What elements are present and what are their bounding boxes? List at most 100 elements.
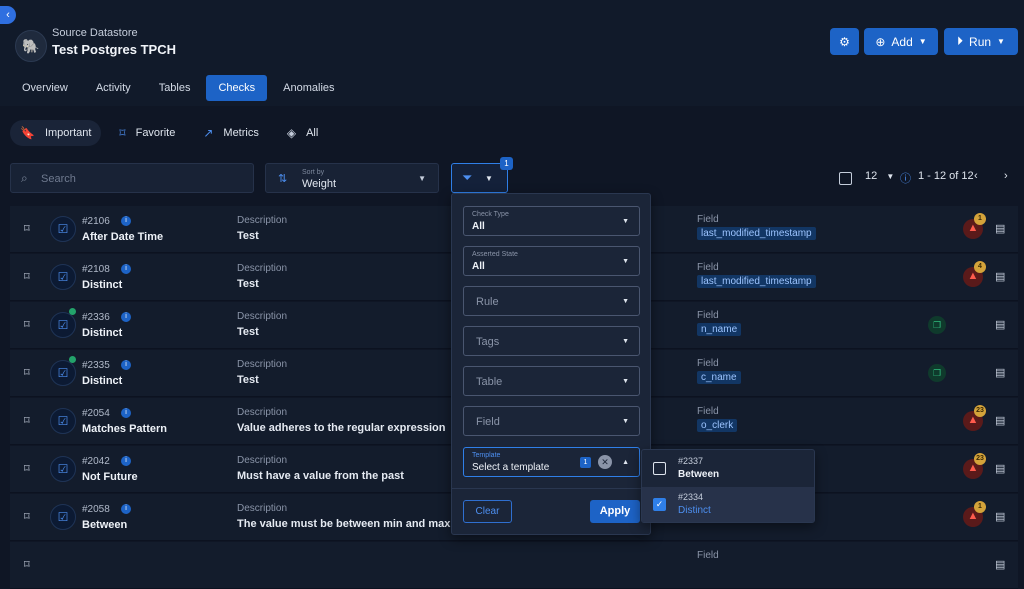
chevron-up-icon[interactable]: ▲ xyxy=(622,459,629,466)
copy-icon[interactable]: ❐ xyxy=(928,316,946,334)
template-placeholder: Select a template xyxy=(472,462,550,473)
datastore-title: Test Postgres TPCH xyxy=(52,42,177,57)
archive-icon[interactable]: ▤ xyxy=(995,414,1005,427)
add-label: Add xyxy=(891,34,913,49)
check-type-icon: ☑ xyxy=(50,504,76,530)
checkbox-checked-icon[interactable]: ✓ xyxy=(653,498,666,511)
tab-tables[interactable]: Tables xyxy=(147,75,203,101)
tab-activity[interactable]: Activity xyxy=(84,75,143,101)
info-icon[interactable]: i xyxy=(121,504,131,514)
tab-checks[interactable]: Checks xyxy=(206,75,268,101)
template-option[interactable]: #2337 Between xyxy=(642,451,814,487)
bookmark-icon[interactable]: ⌑ xyxy=(24,318,30,331)
bookmark-icon[interactable]: ⌑ xyxy=(24,366,30,379)
filter-count-badge: 1 xyxy=(500,157,513,170)
apply-button[interactable]: Apply xyxy=(590,500,640,523)
per-page-select[interactable]: 12 ▼ xyxy=(865,170,894,182)
info-icon[interactable]: i xyxy=(121,264,131,274)
next-page-button[interactable]: › xyxy=(1004,170,1008,182)
check-id[interactable]: #2335 xyxy=(82,360,110,371)
field-tag[interactable]: n_name xyxy=(697,323,742,336)
chip-metrics[interactable]: ↗ Metrics xyxy=(193,120,269,146)
sort-icon: ⇅ xyxy=(278,173,288,185)
settings-button[interactable]: ⚙ xyxy=(830,28,859,55)
check-type-icon: ☑ xyxy=(50,216,76,242)
check-id[interactable]: #2054 xyxy=(82,408,110,419)
field-select[interactable]: Field ▼ xyxy=(463,406,640,436)
chip-important[interactable]: 🔖 Important xyxy=(10,120,102,146)
collapse-sidebar-button[interactable]: ‹ xyxy=(0,6,16,24)
chevron-down-icon: ▼ xyxy=(997,37,1005,46)
check-id[interactable]: #2058 xyxy=(82,504,110,515)
archive-icon[interactable]: ▤ xyxy=(995,222,1005,235)
check-id[interactable]: #2336 xyxy=(82,312,110,323)
checkbox[interactable] xyxy=(653,462,666,475)
prev-page-button[interactable]: ‹ xyxy=(974,170,978,182)
template-select[interactable]: Template Select a template 1 ✕ ▲ xyxy=(463,447,640,477)
select-all-checkbox[interactable] xyxy=(839,172,852,185)
info-icon[interactable]: i xyxy=(121,408,131,418)
bookmark-icon[interactable]: ⌑ xyxy=(24,510,30,523)
bookmark-icon[interactable]: ⌑ xyxy=(24,270,30,283)
field-tag[interactable]: last_modified_timestamp xyxy=(697,275,816,288)
datastore-subtitle: Source Datastore xyxy=(52,27,138,39)
field-tag[interactable]: last_modified_timestamp xyxy=(697,227,816,240)
description-label: Description xyxy=(237,311,288,322)
description-value: Test xyxy=(237,278,259,290)
archive-icon[interactable]: ▤ xyxy=(995,318,1005,331)
description-value: Must have a value from the past xyxy=(237,470,404,482)
copy-icon[interactable]: ❐ xyxy=(928,364,946,382)
run-button[interactable]: ⏵ Run ▼ xyxy=(944,28,1018,55)
chip-all[interactable]: ◈ All xyxy=(277,120,328,146)
help-icon[interactable]: ⓘ xyxy=(900,170,911,186)
check-name: After Date Time xyxy=(82,231,164,243)
bookmark-icon[interactable]: ⌑ xyxy=(24,462,30,475)
chip-favorite[interactable]: ⌑ Favorite xyxy=(109,120,185,146)
info-icon[interactable]: i xyxy=(121,456,131,466)
template-option[interactable]: ✓ #2334 Distinct xyxy=(642,487,814,522)
archive-icon[interactable]: ▤ xyxy=(995,558,1005,571)
postgres-logo-icon: 🐘 xyxy=(15,30,47,62)
check-type-icon: ☑ xyxy=(50,408,76,434)
tags-select[interactable]: Tags ▼ xyxy=(463,326,640,356)
check-id[interactable]: #2108 xyxy=(82,264,110,275)
tab-overview[interactable]: Overview xyxy=(10,75,80,101)
info-icon[interactable]: i xyxy=(121,216,131,226)
check-type-icon: ☑ xyxy=(50,360,76,386)
info-icon[interactable]: i xyxy=(121,360,131,370)
info-icon[interactable]: i xyxy=(121,312,131,322)
sort-select[interactable]: ⇅ Sort by Weight ▼ xyxy=(265,163,439,193)
chevron-down-icon: ▼ xyxy=(622,378,629,385)
check-type-value: All xyxy=(472,221,485,232)
clear-selection-icon[interactable]: ✕ xyxy=(598,455,612,469)
check-name: Matches Pattern xyxy=(82,423,167,435)
check-type-select[interactable]: Check Type All ▼ xyxy=(463,206,640,236)
check-type-icon: ☑ xyxy=(50,312,76,338)
field-tag[interactable]: c_name xyxy=(697,371,741,384)
search-input[interactable]: ⌕ Search xyxy=(10,163,254,193)
check-category-filters: 🔖 Important ⌑ Favorite ↗ Metrics ◈ All xyxy=(10,120,328,146)
check-id[interactable]: #2042 xyxy=(82,456,110,467)
archive-icon[interactable]: ▤ xyxy=(995,366,1005,379)
bookmark-icon[interactable]: ⌑ xyxy=(24,558,30,571)
archive-icon[interactable]: ▤ xyxy=(995,270,1005,283)
sort-value: Weight xyxy=(302,178,337,190)
description-value: The value must be between min and max in… xyxy=(237,518,467,530)
archive-icon[interactable]: ▤ xyxy=(995,462,1005,475)
clear-button[interactable]: Clear xyxy=(463,500,512,523)
archive-icon[interactable]: ▤ xyxy=(995,510,1005,523)
tab-anomalies[interactable]: Anomalies xyxy=(271,75,346,101)
check-id[interactable]: #2106 xyxy=(82,216,110,227)
check-type-label: Check Type xyxy=(472,211,509,218)
template-id: #2337 xyxy=(678,456,704,466)
bookmark-icon[interactable]: ⌑ xyxy=(24,222,30,235)
asserted-state-select[interactable]: Asserted State All ▼ xyxy=(463,246,640,276)
table-row[interactable]: ⌑ Field ▤ xyxy=(10,542,1018,589)
table-select[interactable]: Table ▼ xyxy=(463,366,640,396)
description-label: Description xyxy=(237,359,288,370)
anomaly-count-badge: 1 xyxy=(974,501,986,513)
field-tag[interactable]: o_clerk xyxy=(697,419,738,432)
bookmark-icon[interactable]: ⌑ xyxy=(24,414,30,427)
rule-select[interactable]: Rule ▼ xyxy=(463,286,640,316)
add-button[interactable]: ⊕ Add ▼ xyxy=(864,28,938,55)
